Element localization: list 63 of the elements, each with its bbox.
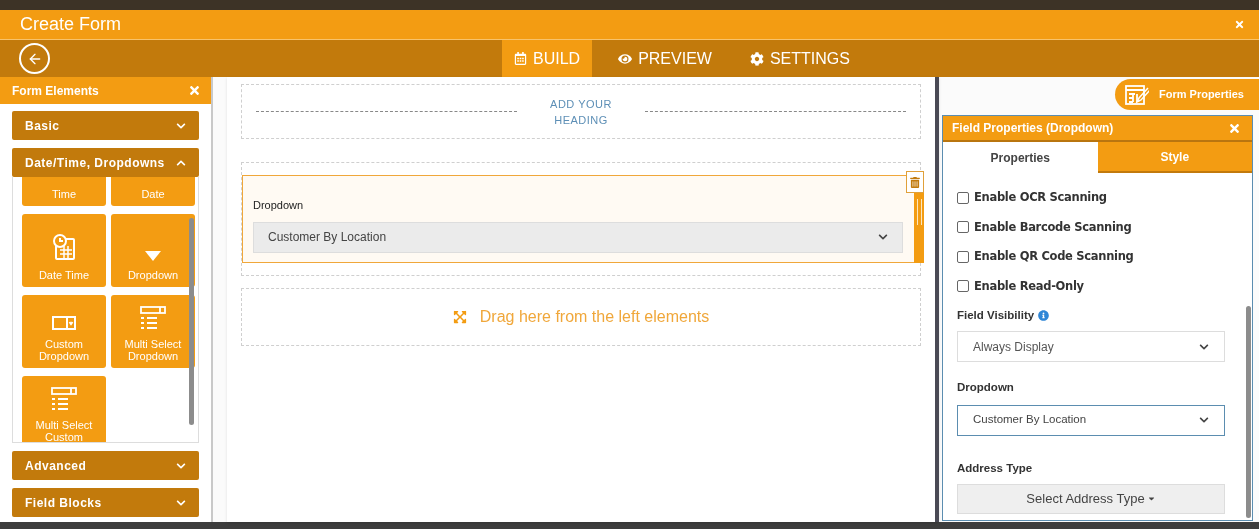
drag-handle[interactable]: [914, 193, 924, 263]
checkbox-label: Enable OCR Scanning: [974, 189, 1107, 207]
back-button[interactable]: [19, 43, 50, 74]
close-icon[interactable]: [188, 84, 201, 97]
nav-tab[interactable]: BUILD: [502, 40, 593, 77]
field-label: Address Type: [957, 460, 1034, 476]
checkbox-label: Enable Barcode Scanning: [974, 218, 1132, 236]
list-select-icon: [51, 387, 77, 411]
field-label: Dropdown: [253, 198, 305, 213]
element-tile[interactable]: Multi Select Dropdown: [111, 295, 195, 368]
field-label: Dropdown: [957, 380, 1015, 396]
checkbox[interactable]: [957, 250, 969, 263]
select-box-icon: [52, 316, 76, 330]
dropdown-select[interactable]: Customer By Location: [957, 404, 1225, 436]
panel-title: Field Properties (Dropdown): [952, 120, 1114, 137]
dropdown-select[interactable]: Customer By Location: [253, 221, 903, 253]
field-label: Field Visibility: [957, 308, 1035, 323]
checkbox[interactable]: [957, 221, 969, 234]
scrollbar[interactable]: [189, 218, 194, 425]
chevron-down-icon: [878, 232, 888, 242]
delete-button[interactable]: [906, 171, 924, 193]
expand-arrows-icon: [452, 310, 467, 324]
element-tile[interactable]: Time: [22, 177, 106, 206]
element-tile[interactable]: Date: [111, 177, 195, 206]
nav-tab[interactable]: PREVIEW: [606, 40, 724, 77]
panel-tab[interactable]: Style: [1097, 142, 1252, 173]
checkbox-label: Enable Read-Only: [974, 277, 1084, 295]
chevron-down-icon: [1199, 415, 1209, 425]
scrollbar[interactable]: [1246, 306, 1251, 518]
chevron-down-icon: [1199, 341, 1209, 352]
accordion-header[interactable]: Field Blocks: [12, 488, 199, 517]
checkbox-label: Enable QR Code Scanning: [974, 248, 1134, 266]
element-tile[interactable]: Date Time: [22, 214, 106, 287]
checkbox[interactable]: [957, 191, 969, 204]
chevron-down-icon: [176, 497, 186, 508]
list-select-icon: [140, 306, 166, 330]
accordion-header[interactable]: Basic: [12, 111, 199, 140]
accordion-header[interactable]: Advanced: [12, 451, 199, 480]
nav-tab[interactable]: SETTINGS: [737, 40, 862, 77]
settings-icon: [749, 51, 764, 66]
calendar-clock-icon: [52, 233, 76, 261]
caret-down-icon: [145, 251, 161, 261]
drop-zone[interactable]: Drag here from the left elements: [241, 288, 921, 346]
address-type-button[interactable]: Select Address Type: [957, 483, 1225, 514]
trash-icon: [910, 176, 920, 188]
accordion-header[interactable]: Date/Time, Dropdowns: [12, 148, 199, 177]
element-tile[interactable]: Dropdown: [111, 214, 195, 287]
form-properties-button[interactable]: Form Properties: [1115, 79, 1259, 110]
window-title: Create Form: [20, 13, 122, 36]
form-icon: [514, 52, 527, 65]
info-icon[interactable]: [1038, 310, 1050, 322]
close-icon[interactable]: [1228, 121, 1241, 135]
eye-icon: [618, 51, 633, 66]
visibility-select[interactable]: Always Display: [957, 331, 1225, 363]
panel-title: Form Elements: [12, 82, 99, 100]
element-tile[interactable]: Multi Select Custom: [22, 376, 106, 442]
chevron-down-icon: [176, 120, 186, 131]
checkbox[interactable]: [957, 280, 969, 293]
close-icon[interactable]: [1234, 19, 1245, 30]
chevron-down-icon: [176, 460, 186, 471]
form-edit-icon: [1125, 83, 1149, 106]
heading-placeholder[interactable]: ADD YOUR HEADING: [541, 95, 621, 128]
element-tile[interactable]: Custom Dropdown: [22, 295, 106, 368]
